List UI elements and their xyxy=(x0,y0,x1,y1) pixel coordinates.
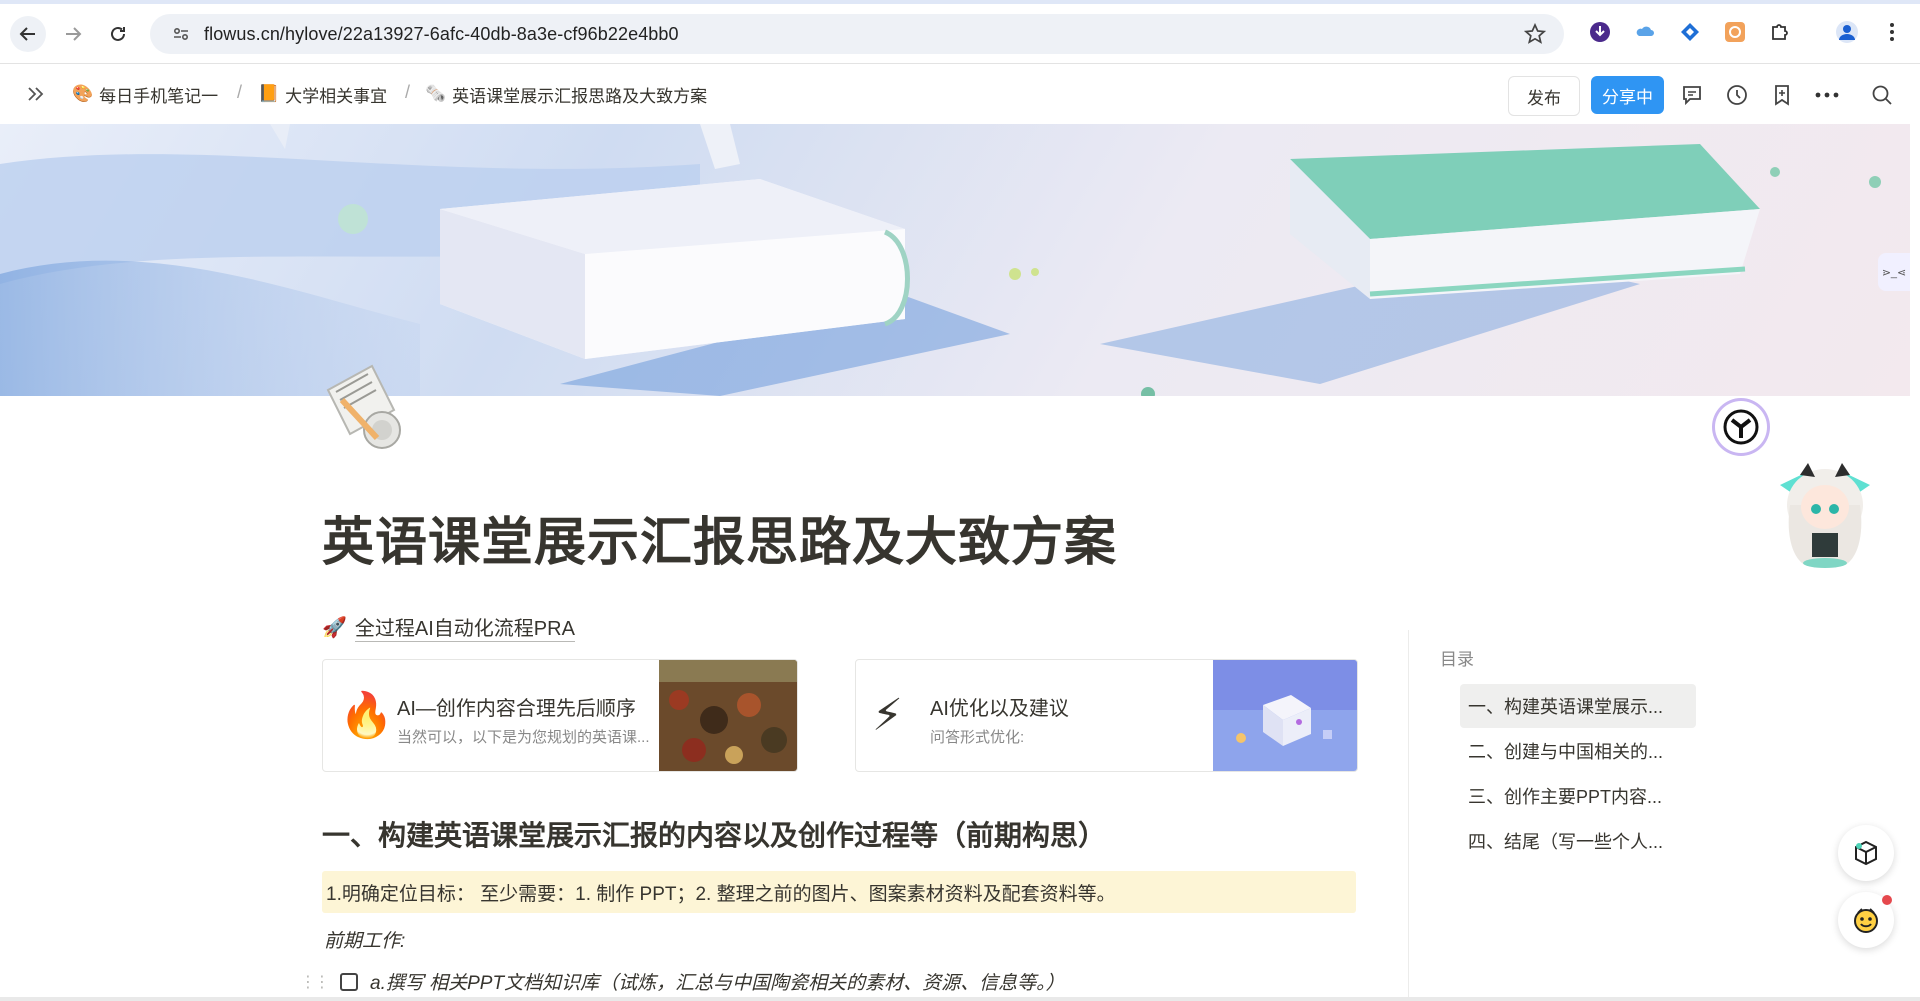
todo-item[interactable]: ⋮⋮ a.撰写 相关PPT文档知识库（试炼，汇总与中国陶瓷相关的素材、资源、信息… xyxy=(300,968,1065,995)
toc-item[interactable]: 三、创作主要PPT内容... xyxy=(1460,774,1696,818)
app-header: 🎨 每日手机笔记一 / 📙 大学相关事宜 / 🗞️ 英语课堂展示汇报思路及大致方… xyxy=(0,64,1920,124)
card-title: AI优化以及建议 xyxy=(930,698,1069,720)
toc-item[interactable]: 四、结尾（写一些个人... xyxy=(1460,819,1696,863)
arrow-left-icon xyxy=(19,27,35,41)
arrow-right-icon xyxy=(66,27,82,41)
breadcrumb-label: 大学相关事宜 xyxy=(285,86,388,106)
breadcrumb-item-1[interactable]: 🎨 每日手机笔记一 xyxy=(72,82,218,106)
todo-text[interactable]: a.撰写 相关PPT文档知识库（试炼，汇总与中国陶瓷相关的素材、资源、信息等。） xyxy=(370,968,1065,995)
forward-button[interactable] xyxy=(55,16,91,52)
publish-button[interactable]: 发布 xyxy=(1508,76,1580,116)
site-info-icon[interactable] xyxy=(164,25,198,43)
side-panel-tab[interactable]: ⋗_⋖ xyxy=(1878,253,1910,291)
toc-divider xyxy=(1408,630,1409,1001)
book-icon: 📙 xyxy=(258,84,280,103)
breadcrumb-label: 英语课堂展示汇报思路及大致方案 xyxy=(452,86,708,106)
smiley-helper-icon xyxy=(1854,908,1878,933)
highlighted-text-block[interactable]: 1.明确定位目标： 至少需要：1. 制作 PPT；2. 整理之前的图片、图案素材… xyxy=(322,871,1356,913)
rocket-icon: 🚀 xyxy=(322,616,347,639)
browser-menu-icon[interactable] xyxy=(1880,20,1904,44)
cube-icon xyxy=(1855,840,1877,866)
page-title[interactable]: 英语课堂展示汇报思路及大致方案 xyxy=(322,500,1117,575)
card-subtitle: 问答形式优化: xyxy=(930,729,1025,746)
history-clock-icon[interactable] xyxy=(1725,83,1749,107)
back-button[interactable] xyxy=(10,16,46,52)
comment-icon[interactable] xyxy=(1680,83,1704,107)
share-button[interactable]: 分享中 xyxy=(1591,76,1664,114)
linked-page-card[interactable]: ⚡ AI优化以及建议 问答形式优化: xyxy=(855,659,1358,772)
fire-icon: 🔥 xyxy=(339,691,394,740)
page-link[interactable]: 🚀 全过程AI自动化流程PRA xyxy=(322,612,575,642)
heading-1[interactable]: 一、构建英语课堂展示汇报的内容以及创作过程等（前期构思） xyxy=(322,814,1106,854)
extension-download-icon[interactable] xyxy=(1588,20,1612,44)
tab-strip-edge xyxy=(0,0,1920,4)
search-icon[interactable] xyxy=(1870,83,1894,107)
ai-cube-button[interactable] xyxy=(1838,825,1894,881)
breadcrumb-separator: / xyxy=(405,82,411,102)
drag-handle-icon[interactable]: ⋮⋮ xyxy=(300,972,330,992)
toc-item[interactable]: 一、构建英语课堂展示... xyxy=(1460,684,1696,728)
window-bottom-edge xyxy=(0,997,1920,1001)
breadcrumb-separator: / xyxy=(237,82,243,102)
expand-sidebar-icon[interactable] xyxy=(26,84,46,109)
toc-title: 目录 xyxy=(1440,650,1474,669)
breadcrumb-item-3[interactable]: 🗞️ 英语课堂展示汇报思路及大致方案 xyxy=(425,82,707,106)
card-title: AI—创作内容合理先后顺序 xyxy=(397,698,636,720)
palette-icon: 🎨 xyxy=(72,84,94,103)
address-bar[interactable]: flowus.cn/hylove/22a13927-6afc-40db-8a3e… xyxy=(150,14,1564,54)
newspaper-icon: 🗞️ xyxy=(425,84,447,103)
card-subtitle: 当然可以，以下是为您规划的英语课... xyxy=(397,729,650,746)
page-cover-image[interactable] xyxy=(0,124,1910,396)
todo-checkbox[interactable] xyxy=(340,972,358,991)
newspaper-page-icon[interactable] xyxy=(322,360,414,452)
bookmark-star-icon[interactable] xyxy=(1523,22,1547,50)
more-options-icon[interactable] xyxy=(1815,83,1839,107)
lightning-icon: ⚡ xyxy=(872,691,903,740)
card-thumbnail-cube xyxy=(1213,660,1357,771)
linked-page-card[interactable]: 🔥 AI—创作内容合理先后顺序 当然可以，以下是为您规划的英语课... xyxy=(322,659,798,772)
notification-dot xyxy=(1882,895,1892,905)
pre-work-label[interactable]: 前期工作: xyxy=(324,926,405,953)
anime-mascot-image[interactable] xyxy=(1760,445,1890,575)
card-thumbnail-painting xyxy=(659,660,797,771)
extension-orange-icon[interactable] xyxy=(1723,20,1747,44)
breadcrumb-item-2[interactable]: 📙 大学相关事宜 xyxy=(258,82,387,106)
reload-button[interactable] xyxy=(100,16,136,52)
extension-diamond-icon[interactable] xyxy=(1678,20,1702,44)
reload-icon xyxy=(111,26,125,41)
extension-cloud-icon[interactable] xyxy=(1633,20,1657,44)
bookmark-add-icon[interactable] xyxy=(1770,83,1794,107)
browser-toolbar: flowus.cn/hylove/22a13927-6afc-40db-8a3e… xyxy=(0,0,1920,64)
breadcrumb-label: 每日手机笔记一 xyxy=(99,86,219,106)
extensions-puzzle-icon[interactable] xyxy=(1768,20,1792,44)
url-text[interactable]: flowus.cn/hylove/22a13927-6afc-40db-8a3e… xyxy=(204,24,679,45)
profile-avatar-icon[interactable] xyxy=(1835,20,1859,44)
toc-item[interactable]: 二、创建与中国相关的... xyxy=(1460,729,1696,773)
page-link-label[interactable]: 全过程AI自动化流程PRA xyxy=(354,612,575,642)
